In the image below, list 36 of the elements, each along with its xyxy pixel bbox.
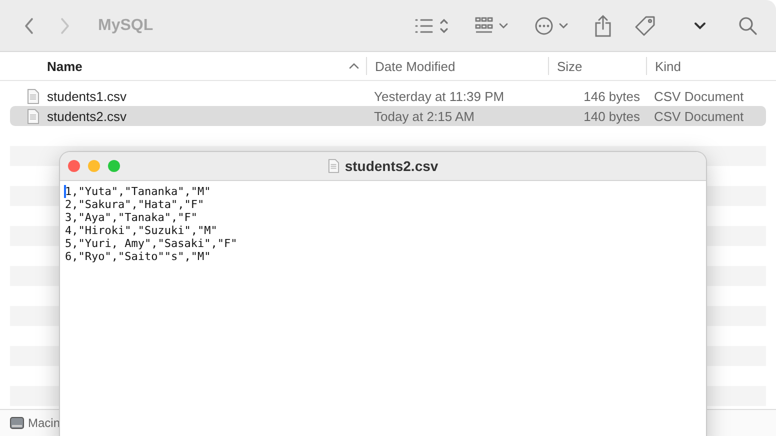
column-header[interactable]: Size: [548, 57, 646, 75]
tag-icon: [634, 14, 656, 36]
file-name: students2.csv: [47, 108, 126, 124]
back-icon: [24, 16, 34, 34]
document-icon: [27, 108, 39, 124]
text-line: 5,"Yuri, Amy","Sasaki","F": [65, 237, 238, 250]
document-icon: [27, 88, 39, 104]
file-size: 146 bytes: [582, 88, 641, 104]
forward-icon: [60, 16, 70, 34]
text-line: 4,"Hiroki","Suzuki","M": [65, 224, 218, 237]
text-line: 3,"Aya","Tanaka","F": [65, 211, 198, 224]
document-icon: [328, 159, 339, 173]
close-button[interactable]: [68, 160, 80, 172]
document-title: students2.csv: [344, 158, 438, 174]
text-line: 6,"Ryo","Saito""s","M": [65, 250, 212, 263]
search-icon: [738, 16, 758, 36]
file-size: 140 bytes: [582, 108, 641, 124]
text-line: 2,"Sakura","Hata","F": [65, 198, 206, 211]
file-kind: CSV Document: [653, 88, 745, 104]
text-cursor: [64, 185, 66, 198]
text-area[interactable]: 1,"Yuta","Tananka","M" 2,"Sakura","Hata","F" 3,"Aya","Tanaka","F" 4,"Hiroki","Suzuki","M" 5,"Yuri, Amy","Sasaki","F" 6,"Ryo","Saito""s","M": [60, 181, 706, 436]
file-kind: CSV Document: [653, 108, 745, 124]
chevron-down-icon: [694, 22, 706, 30]
text-line: 1,"Yuta","Tananka","M": [65, 185, 212, 198]
column-header[interactable]: Kind: [646, 57, 776, 75]
date-modified: Today at 2:15 AM: [373, 108, 476, 124]
column-header[interactable]: Name: [0, 57, 366, 75]
window-title: MySQL: [98, 16, 154, 34]
share-icon: [594, 14, 612, 36]
sort-caret-icon: [349, 63, 359, 69]
path-item[interactable]: Macin: [28, 416, 60, 430]
column-header[interactable]: Date Modified: [366, 57, 548, 75]
file-name: students1.csv: [47, 88, 126, 104]
file-row[interactable]: students2.csv Today at 2:15 AM 140 bytes CSV Document: [10, 106, 766, 126]
date-modified: Yesterday at 11:39 PM: [373, 88, 506, 104]
file-row[interactable]: students1.csv Yesterday at 11:39 PM 146 bytes CSV Document: [10, 86, 766, 106]
